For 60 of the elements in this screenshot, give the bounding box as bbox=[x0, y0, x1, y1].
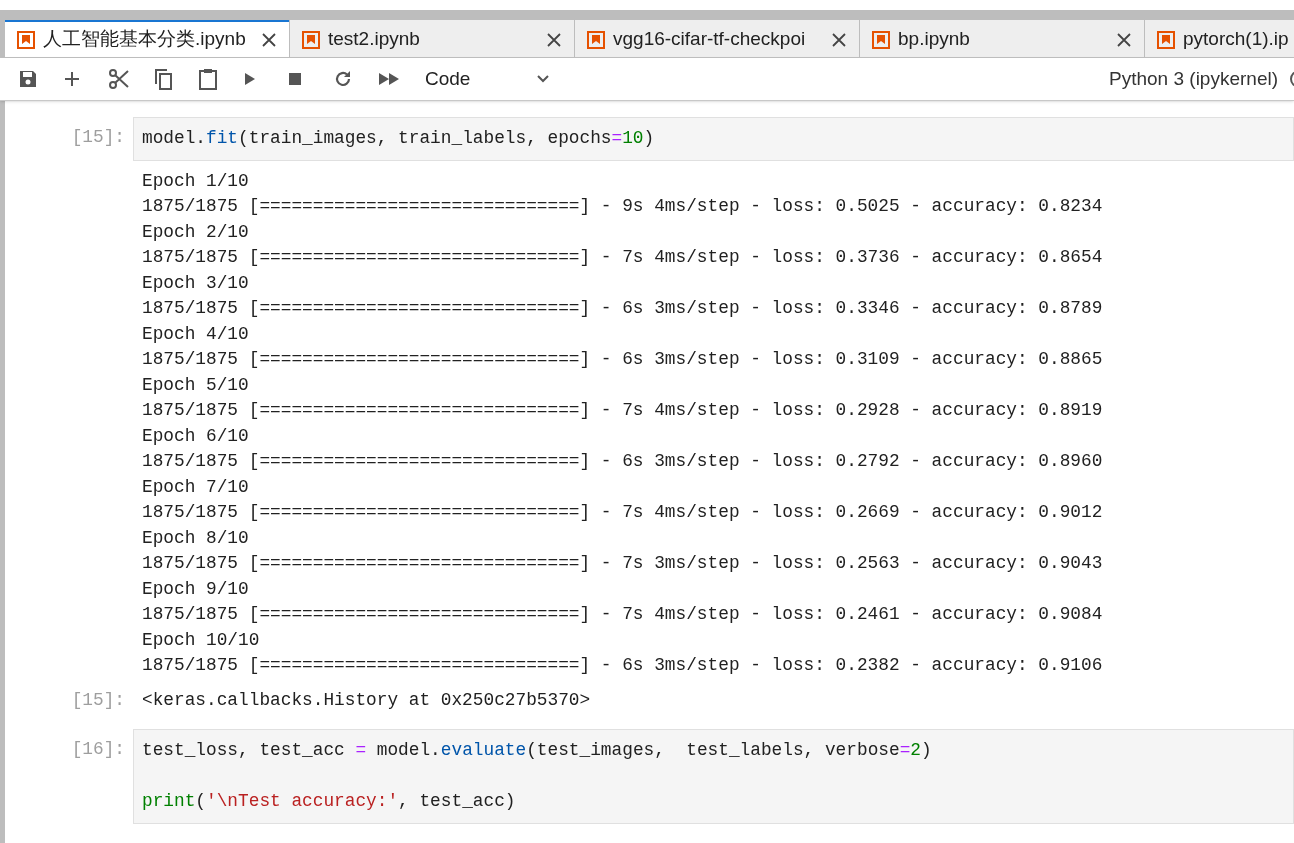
output-line: 1875/1875 [==============================] - 7s 4ms/step - loss: 0.2669 - accuracy: 0.9012 bbox=[142, 501, 1103, 524]
output-line: 1875/1875 [==============================] - 7s 4ms/step - loss: 0.2928 - accuracy: 0.8919 bbox=[142, 399, 1103, 422]
notebook-icon bbox=[17, 30, 35, 49]
prompt-label: [15]: bbox=[70, 688, 126, 712]
fast-forward-icon[interactable] bbox=[378, 71, 400, 87]
close-icon[interactable] bbox=[546, 31, 562, 48]
chevron-down-icon bbox=[536, 74, 550, 84]
output-line: 1875/1875 [==============================] - 6s 3ms/step - loss: 0.2382 - accuracy: 0.9106 bbox=[142, 654, 1103, 677]
output-line: Epoch 3/10 bbox=[142, 271, 250, 295]
output-line: Epoch 8/10 bbox=[142, 526, 250, 550]
output-line: 1875/1875 [==============================] - 6s 3ms/step - loss: 0.2792 - accuracy: 0.8960 bbox=[142, 450, 1103, 473]
output-line: 1875/1875 [==============================] - 6s 3ms/step - loss: 0.3346 - accuracy: 0.8789 bbox=[142, 297, 1103, 320]
output-line: Epoch 6/10 bbox=[142, 424, 250, 448]
output-line: 1875/1875 [==============================] - 9s 4ms/step - loss: 0.5025 - accuracy: 0.8234 bbox=[142, 195, 1103, 218]
close-icon[interactable] bbox=[261, 31, 277, 48]
clipboard-icon[interactable] bbox=[198, 68, 218, 90]
close-icon[interactable] bbox=[831, 31, 847, 48]
notebook-tab[interactable]: vgg16-cifar-tf-checkpoi bbox=[575, 20, 859, 57]
tab-label: pytorch(1).ip bbox=[1183, 27, 1289, 52]
output-line: Epoch 1/10 bbox=[142, 169, 250, 193]
code-cell-input[interactable]: test_loss, test_acc = model.evaluate(test_images, test_labels, verbose=2) print('\nTest accuracy:', test_acc) bbox=[133, 729, 1294, 824]
save-icon[interactable] bbox=[18, 69, 38, 89]
output-line: Epoch 10/10 bbox=[142, 628, 261, 652]
tab-label: test2.ipynb bbox=[328, 27, 420, 52]
stop-icon[interactable] bbox=[288, 72, 302, 86]
notebook-icon bbox=[302, 30, 320, 49]
prompt-label: [15]: bbox=[70, 126, 126, 149]
copy-icon[interactable] bbox=[153, 68, 173, 90]
scissors-icon[interactable] bbox=[108, 68, 130, 90]
restart-icon[interactable] bbox=[333, 69, 353, 89]
code-line: model.fit(train_images, train_labels, epochs=10) bbox=[142, 127, 656, 150]
tab-label: vgg16-cifar-tf-checkpoi bbox=[613, 27, 806, 52]
code-cell-input[interactable]: model.fit(train_images, train_labels, epochs=10) bbox=[133, 117, 1294, 161]
output-line: Epoch 5/10 bbox=[142, 373, 250, 397]
notebook-tab[interactable]: test2.ipynb bbox=[290, 20, 574, 57]
output-line: 1875/1875 [==============================] - 6s 3ms/step - loss: 0.3109 - accuracy: 0.8865 bbox=[142, 348, 1103, 371]
output-line: Epoch 9/10 bbox=[142, 577, 250, 601]
play-icon[interactable] bbox=[243, 71, 257, 87]
notebook-icon bbox=[587, 30, 605, 49]
kernel-name[interactable]: Python 3 (ipykernel) bbox=[1109, 64, 1278, 94]
close-icon[interactable] bbox=[1116, 31, 1132, 48]
code-line: test_loss, test_acc = model.evaluate(test_images, test_labels, verbose=2) bbox=[142, 739, 933, 762]
cell-type-dropdown[interactable]: Code bbox=[425, 64, 550, 94]
output-line: 1875/1875 [==============================] - 7s 3ms/step - loss: 0.2563 - accuracy: 0.9043 bbox=[142, 552, 1103, 575]
output-line: Epoch 2/10 bbox=[142, 220, 250, 244]
notebook-tab[interactable]: bp.ipynb bbox=[860, 20, 1144, 57]
output-line: 1875/1875 [==============================] - 7s 4ms/step - loss: 0.2461 - accuracy: 0.9084 bbox=[142, 603, 1103, 626]
add-icon[interactable] bbox=[63, 70, 81, 88]
prompt-label: [16]: bbox=[70, 738, 126, 761]
output-result: <keras.callbacks.History at 0x250c27b5370> bbox=[141, 688, 592, 712]
output-line: Epoch 4/10 bbox=[142, 322, 250, 346]
notebook-icon bbox=[1157, 30, 1175, 49]
notebook-tab[interactable]: 人工智能基本分类.ipynb bbox=[5, 20, 289, 57]
output-line: Epoch 7/10 bbox=[142, 475, 250, 499]
code-line: print('\nTest accuracy:', test_acc) bbox=[142, 790, 517, 813]
tab-label: bp.ipynb bbox=[898, 27, 970, 52]
notebook-tab[interactable]: pytorch(1).ip bbox=[1145, 20, 1294, 57]
tab-label: 人工智能基本分类.ipynb bbox=[43, 27, 246, 52]
notebook-icon bbox=[872, 30, 890, 49]
output-line: 1875/1875 [==============================] - 7s 4ms/step - loss: 0.3736 - accuracy: 0.8654 bbox=[142, 246, 1103, 269]
